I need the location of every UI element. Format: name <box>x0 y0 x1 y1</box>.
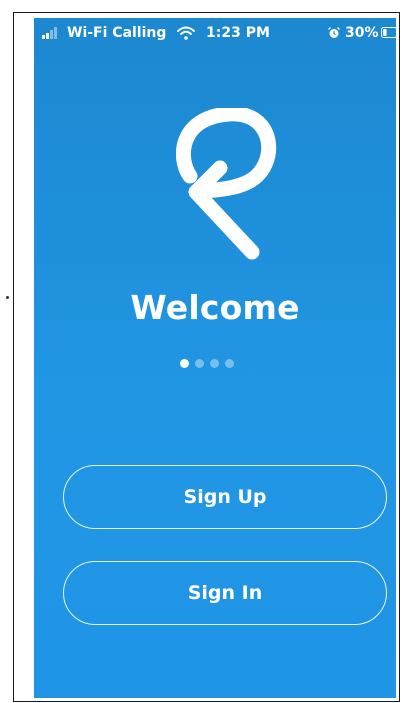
sign-in-button[interactable]: Sign In <box>63 561 387 625</box>
frame-marker <box>6 296 9 299</box>
status-time: 1:23 PM <box>206 25 270 41</box>
alarm-icon <box>328 27 340 38</box>
battery-percentage: 30% <box>345 25 379 41</box>
page-dot-3[interactable] <box>210 359 219 368</box>
status-bar: Wi-Fi Calling 1:23 PM 30% <box>34 18 396 48</box>
app-logo-icon <box>176 108 277 260</box>
carrier-label: Wi-Fi Calling <box>67 25 167 41</box>
signal-icon <box>42 27 62 39</box>
page-indicator <box>180 359 234 369</box>
page-dot-4[interactable] <box>225 359 234 368</box>
wifi-icon <box>177 26 195 40</box>
battery-icon <box>381 27 396 38</box>
page-dot-1[interactable] <box>180 359 189 368</box>
welcome-title: Welcome <box>130 288 300 327</box>
page-dot-2[interactable] <box>195 359 204 368</box>
welcome-screen: Wi-Fi Calling 1:23 PM 30% Welcome Sign U… <box>34 18 396 698</box>
sign-up-button[interactable]: Sign Up <box>63 465 387 529</box>
